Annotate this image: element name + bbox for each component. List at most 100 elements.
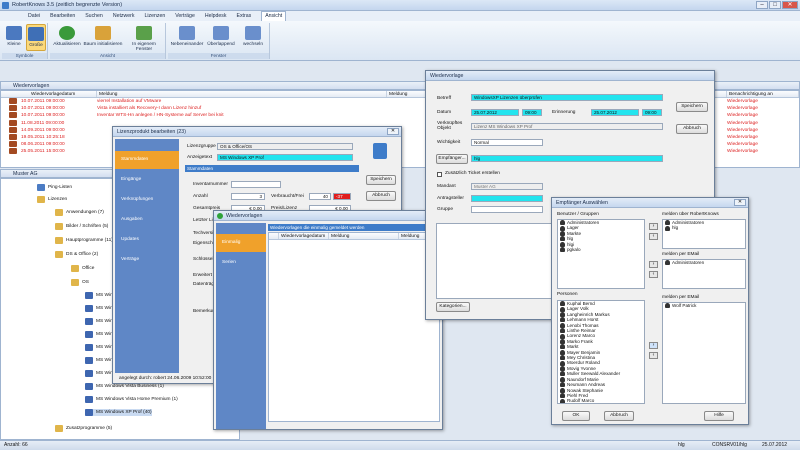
erinnerung-time-field[interactable]: 09:00 (642, 109, 662, 116)
mandant-select[interactable]: Muster AG (471, 183, 543, 190)
tree-node-os-office[interactable]: DS & Office (2) (55, 251, 98, 258)
gruppe-select[interactable] (471, 206, 543, 213)
empfaenger-field[interactable]: hlg (471, 155, 663, 162)
remove-person-email-button[interactable]: ‹ (649, 352, 658, 359)
inventarnummer-field[interactable] (231, 181, 281, 188)
tree-node-office[interactable]: Office (71, 265, 94, 272)
empf-cancel-button[interactable]: Abbruch (604, 411, 634, 421)
menu-netzwerk[interactable]: Netzwerk (113, 13, 135, 19)
empfaenger-button[interactable]: Empfänger... (436, 154, 468, 164)
nebeneinander-button[interactable]: Nebeneinander (170, 26, 204, 47)
tree-node-vista-business[interactable]: MS Windows Vista Business (1) (85, 383, 164, 390)
wiedervorlage-title: Wiedervorlage (426, 71, 714, 81)
ueberlappend-button[interactable]: Überlappend (205, 26, 237, 47)
wechseln-button[interactable]: wechseln (238, 26, 268, 47)
add-knows-button[interactable]: › (649, 223, 658, 230)
datum-time-field[interactable]: 09:00 (522, 109, 542, 116)
status-user: hlg (678, 442, 685, 448)
tree-node-anwendungen[interactable]: Anwendungen (7) (55, 209, 104, 216)
lizenz-cancel-button[interactable]: Abbruch (366, 191, 396, 201)
menu-lizenzen[interactable]: Lizenzen (144, 13, 165, 19)
nav-eingaenge[interactable]: Eingänge (121, 177, 141, 182)
tree-node-ping[interactable]: Ping-Listen (37, 184, 72, 191)
person-icon (560, 241, 565, 247)
email2-list[interactable]: Wolf Patrick (662, 302, 746, 404)
col-benachrichtigung[interactable]: Benachrichtigung an (727, 91, 799, 97)
personen-list[interactable]: Kuphal Bernd Lager Volk Langheinrich Marku… (557, 300, 645, 404)
nav-ausgaben[interactable]: Ausgaben (121, 217, 143, 222)
baum-initialisieren-button[interactable]: Baum initialisieren (83, 26, 123, 47)
antragsteller-select[interactable] (471, 195, 543, 202)
close-button[interactable]: ✕ (782, 1, 798, 9)
betreff-field[interactable]: WindowsXP Lizenzen überprüfen (471, 94, 663, 101)
wichtigkeit-select[interactable]: Normal (471, 139, 543, 146)
empfaenger-close-button[interactable]: ✕ (734, 199, 746, 206)
aktualisieren-button[interactable]: Aktualisieren (52, 26, 82, 47)
tree-node-haupt[interactable]: Hauptprogramme (11) (55, 237, 113, 244)
nav-stammdaten[interactable]: Stammdaten (121, 157, 148, 162)
list-item[interactable]: Wolf Patrick (663, 303, 745, 309)
kategorien-button[interactable]: Kategorien... (436, 302, 470, 312)
license-icon (85, 383, 93, 390)
nav-einmalig[interactable]: Einmalig (222, 240, 240, 245)
list-item[interactable]: pgkalo (558, 247, 644, 253)
nav-vertraege[interactable]: Verträge (121, 257, 139, 262)
nav-updates[interactable]: Updates (121, 237, 139, 242)
menu-bearbeiten[interactable]: Bearbeiten (50, 13, 75, 19)
wvd-col-datum[interactable]: Wiedervorlagedatum (279, 233, 329, 239)
remove-email-button[interactable]: ‹ (649, 271, 658, 278)
empf-ok-button[interactable]: OK (562, 411, 590, 421)
ticket-checkbox[interactable] (437, 172, 442, 177)
tree-node-xp-prof[interactable]: MS Windows XP Prof (40) (85, 409, 152, 416)
frei-field[interactable]: -37 (333, 193, 351, 200)
datum-field[interactable]: 25.07.2012 (471, 109, 519, 116)
lizenzprodukt-close-button[interactable]: ✕ (387, 128, 399, 135)
anzeigetext-field[interactable]: MS Windows XP Prof (217, 154, 353, 161)
menu-datei[interactable]: Datei (28, 13, 40, 19)
kleine-button[interactable]: Kleine (5, 26, 23, 47)
tree-node-lizenzen[interactable]: Lizenzen (37, 196, 67, 203)
eigenes-fenster-button[interactable]: In eigenem Fenster (124, 26, 164, 52)
anzahl-field[interactable]: 3 (231, 193, 265, 200)
row-date: 14.09.2011 09:00:00 (21, 127, 65, 133)
wvd-col-meldung[interactable]: Meldung (329, 233, 399, 239)
lizenzgruppe-field[interactable]: OS & Office/OS (217, 143, 353, 150)
menu-helpdesk[interactable]: Helpdesk (205, 13, 227, 19)
add-person-email-button[interactable]: › (649, 342, 658, 349)
add-email-button[interactable]: › (649, 261, 658, 268)
tree-node-zusatz[interactable]: Zusatzprogramme (5) (55, 425, 112, 432)
row-notify: Wiedervorlage (727, 106, 758, 112)
menu-suchen[interactable]: Suchen (85, 13, 103, 19)
empf-help-button[interactable]: Hilfe (704, 411, 734, 421)
nav-verknuepfungen[interactable]: Verknüpfungen (121, 197, 153, 202)
tree-node-bilder[interactable]: Bilder / Schriften (5) (55, 223, 108, 230)
row-message: Vista installiert als Recovery-I dann Li… (97, 106, 202, 112)
email-list[interactable]: Administratoren (662, 259, 746, 289)
tree-node-os[interactable]: OS (71, 279, 89, 286)
wv-save-button[interactable]: Speichern (676, 102, 708, 112)
anzahl-label: Anzahl (193, 194, 208, 199)
nav-serien[interactable]: Serien (222, 260, 236, 265)
lizenz-save-button[interactable]: Speichern (366, 175, 396, 185)
list-item[interactable]: Administratoren (663, 260, 745, 266)
erinnerung-field[interactable]: 25.07.2012 (591, 109, 639, 116)
list-item[interactable]: Rudolf Marco (558, 398, 644, 403)
menu-ansicht[interactable]: Ansicht (261, 11, 287, 21)
grosse-button[interactable]: Große (26, 24, 46, 51)
col-datum[interactable]: Wiedervorlagedatum (1, 91, 97, 97)
minimize-button[interactable]: – (756, 1, 768, 9)
knows-list[interactable]: Administratoren hlg (662, 219, 746, 249)
created-info: angelegt durch: robert 24.06.2009 10:52:… (119, 376, 212, 381)
menu-extras[interactable]: Extras (236, 13, 251, 19)
cascade-icon (213, 26, 229, 40)
remove-knows-button[interactable]: ‹ (649, 233, 658, 240)
list-item[interactable]: hlg (663, 225, 745, 231)
notes-area[interactable] (436, 223, 554, 299)
verbraucht-field[interactable]: 40 (309, 193, 331, 200)
wv-cancel-button[interactable]: Abbruch (676, 124, 708, 134)
col-meldung[interactable]: Meldung (97, 91, 387, 97)
menu-vertraege[interactable]: Verträge (175, 13, 195, 19)
maximize-button[interactable]: □ (769, 1, 781, 9)
benutzer-list[interactable]: Administratoren Lager Markte hlg hlgi pgkalo (557, 219, 645, 289)
tree-node-vista-home[interactable]: MS Windows Vista Home Premium (1) (85, 396, 178, 403)
